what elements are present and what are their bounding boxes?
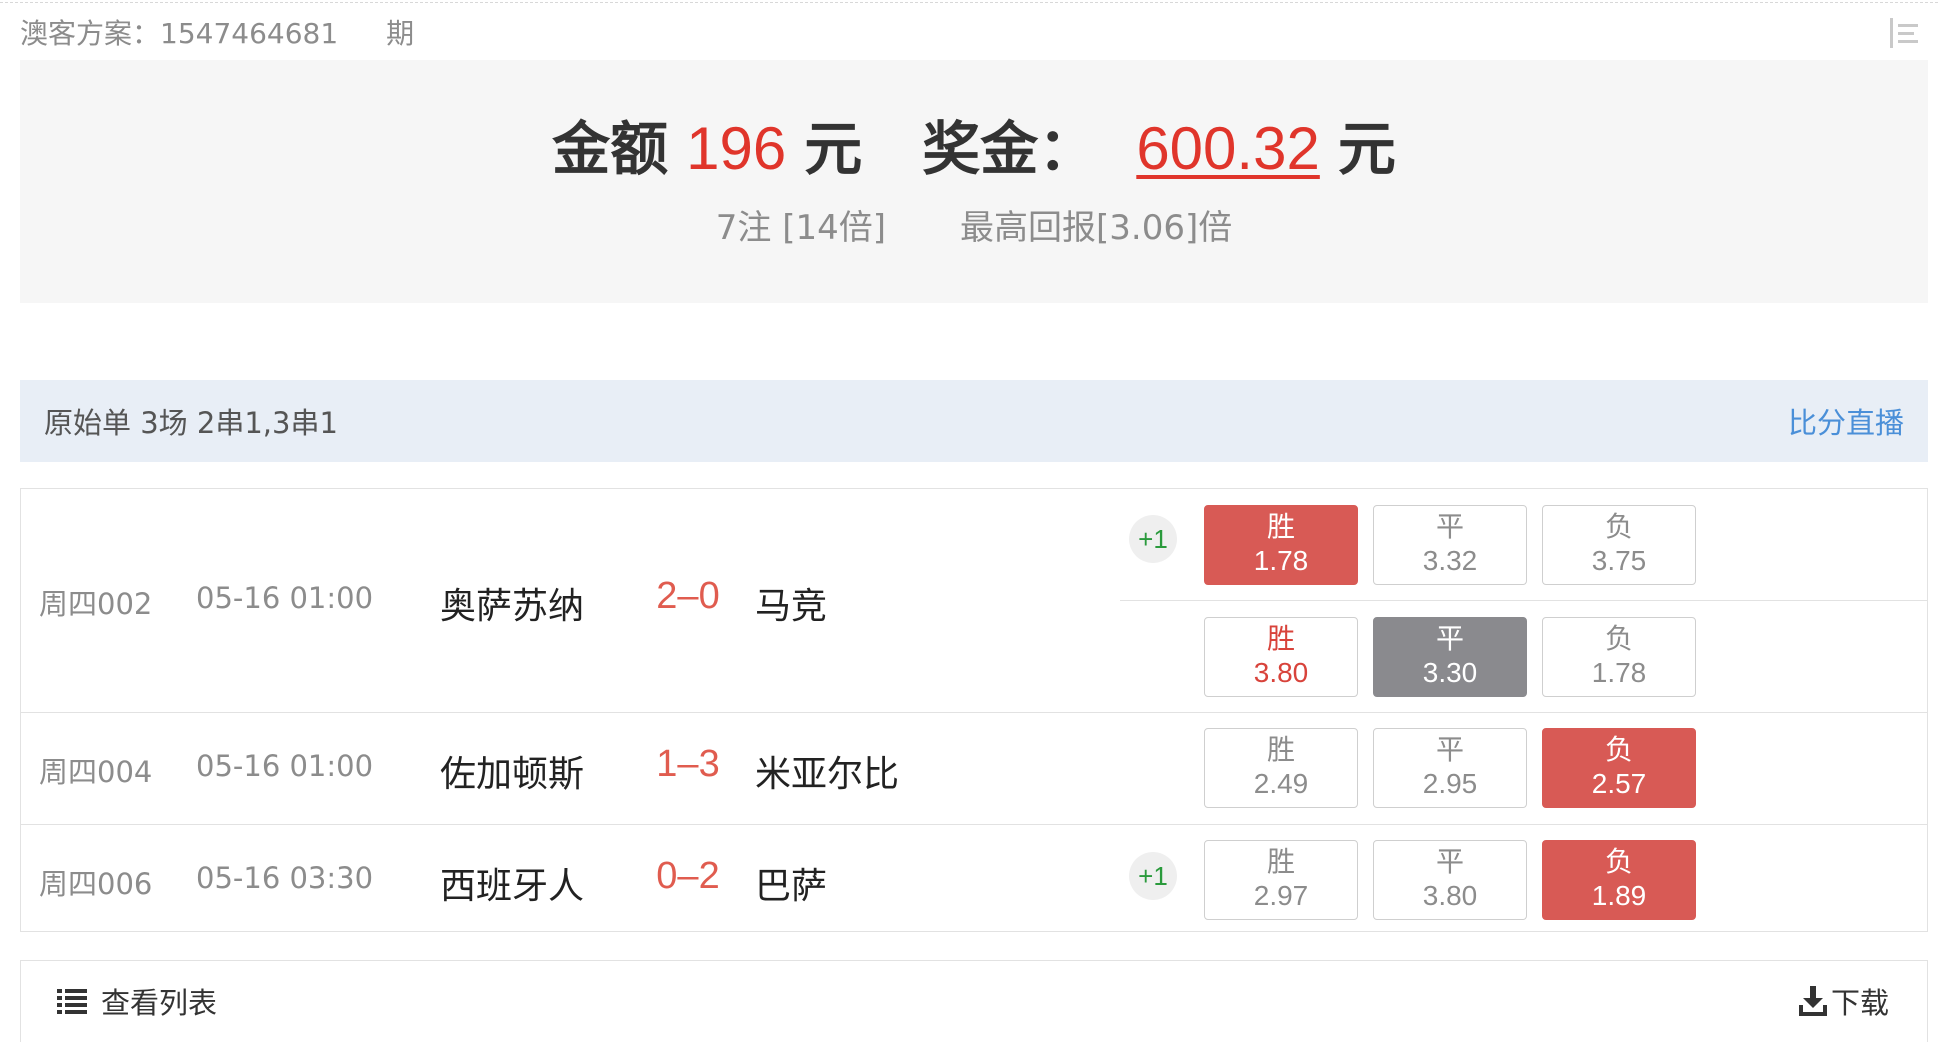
away-team: 马竞 [755, 586, 828, 627]
odds-draw-button[interactable]: 平 3.80 [1373, 840, 1527, 920]
prize-label: 奖金： [922, 115, 1097, 183]
order-description: 原始单 3场 2串1,3串1 [44, 406, 338, 440]
match-score: 1–3 [656, 743, 720, 785]
odds-lose-button[interactable]: 负 3.75 [1542, 505, 1696, 585]
odds-row-divider [1120, 600, 1927, 601]
amount-unit: 元 [804, 115, 863, 183]
prize-unit: 元 [1337, 115, 1396, 183]
match-row: 周四004 05-16 01:00 佐加顿斯 1–3 米亚尔比 胜 2.49 平… [21, 713, 1927, 825]
odds-draw-button[interactable]: 平 3.32 [1373, 505, 1527, 585]
match-score: 2–0 [656, 575, 720, 617]
match-row: 周四002 05-16 01:00 奥萨苏纳 2–0 马竞 +1 胜 1.78 … [21, 489, 1927, 713]
amount-label: 金额 [552, 115, 669, 183]
odds-lose-button[interactable]: 负 1.89 [1542, 840, 1696, 920]
match-code: 周四004 [39, 755, 153, 789]
away-team: 米亚尔比 [755, 754, 900, 795]
handicap-badge: +1 [1129, 852, 1177, 900]
odds-lose-button[interactable]: 负 2.57 [1542, 728, 1696, 808]
match-code: 周四002 [39, 587, 153, 621]
prize-value[interactable]: 600.32 [1136, 115, 1320, 182]
away-team: 巴萨 [755, 866, 828, 907]
match-score: 0–2 [656, 855, 720, 897]
handicap-badge: +1 [1129, 515, 1177, 563]
view-list-button[interactable]: 查看列表 [57, 981, 217, 1021]
top-divider [0, 2, 1938, 3]
match-code: 周四006 [39, 867, 153, 901]
period-label: 期 [386, 17, 415, 50]
amount-value: 196 [686, 115, 787, 182]
order-header: 原始单 3场 2串1,3串1 比分直播 [20, 380, 1928, 462]
view-list-label: 查看列表 [101, 986, 218, 1020]
download-button[interactable]: 下载 [1798, 981, 1889, 1021]
download-icon [1798, 986, 1827, 1016]
home-team: 西班牙人 [440, 866, 585, 907]
footer-bar: 查看列表 下载 [20, 960, 1928, 1042]
match-list: 周四002 05-16 01:00 奥萨苏纳 2–0 马竞 +1 胜 1.78 … [20, 488, 1928, 932]
match-row: 周四006 05-16 03:30 西班牙人 0–2 巴萨 +1 胜 2.97 … [21, 825, 1927, 931]
odds-draw-button[interactable]: 平 3.30 [1373, 617, 1527, 697]
bet-details-line: 7注 [14倍] 最高回报[3.06]倍 [20, 200, 1928, 249]
scheme-header: 澳客方案：1547464681 期 [20, 10, 414, 54]
odds-win-button[interactable]: 胜 3.80 [1204, 617, 1358, 697]
amount-prize-line: 金额 196 元奖金： 600.32 元 [20, 102, 1928, 186]
odds-draw-button[interactable]: 平 2.95 [1373, 728, 1527, 808]
live-score-link[interactable]: 比分直播 [1788, 400, 1904, 442]
match-time: 05-16 03:30 [196, 861, 374, 895]
scrollbar-handle[interactable] [1886, 18, 1920, 48]
match-time: 05-16 01:00 [196, 749, 374, 783]
home-team: 奥萨苏纳 [440, 586, 585, 627]
list-icon [57, 989, 87, 1014]
home-team: 佐加顿斯 [440, 754, 585, 795]
odds-lose-button[interactable]: 负 1.78 [1542, 617, 1696, 697]
bet-summary: 金额 196 元奖金： 600.32 元 7注 [14倍] 最高回报[3.06]倍 [20, 60, 1928, 303]
match-time: 05-16 01:00 [196, 581, 374, 615]
odds-win-button[interactable]: 胜 2.97 [1204, 840, 1358, 920]
bets-multiplier: 7注 [14倍] [715, 208, 886, 248]
scheme-id: 澳客方案：1547464681 [20, 17, 339, 50]
max-return: 最高回报[3.06]倍 [960, 208, 1233, 248]
odds-win-button[interactable]: 胜 2.49 [1204, 728, 1358, 808]
odds-win-button[interactable]: 胜 1.78 [1204, 505, 1358, 585]
download-label: 下载 [1830, 986, 1889, 1020]
